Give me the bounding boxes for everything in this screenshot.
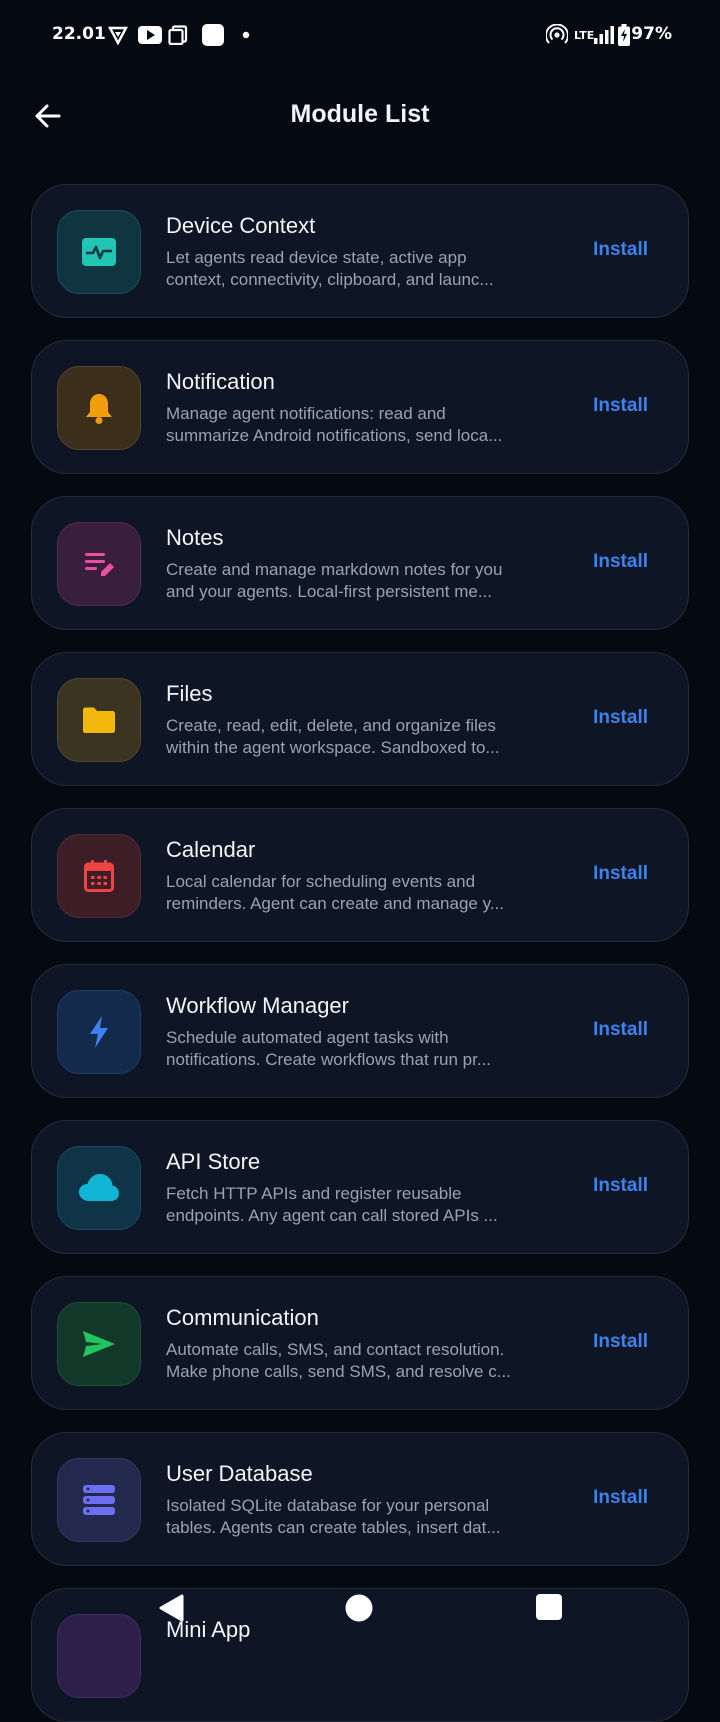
module-icon-tile (57, 1458, 141, 1542)
install-button[interactable]: Install (593, 1175, 648, 1197)
note-edit-icon (85, 553, 114, 576)
module-description: Local calendar for scheduling events and… (166, 872, 504, 913)
install-button[interactable]: Install (593, 863, 648, 885)
module-icon-tile (57, 366, 141, 450)
module-title: Files (166, 681, 213, 706)
bell-icon (86, 394, 112, 424)
module-icon-tile (57, 210, 141, 294)
youtube-icon (138, 24, 162, 46)
signal-icon (594, 24, 614, 46)
send-icon (83, 1331, 115, 1357)
lightning-icon (90, 1016, 108, 1048)
module-description: Create, read, edit, delete, and organize… (166, 716, 500, 757)
app-notification-icon (202, 24, 224, 46)
app-bar: Module List (0, 72, 720, 162)
module-title: User Database (166, 1461, 313, 1486)
module-title: Workflow Manager (166, 993, 349, 1018)
module-card-files[interactable]: Files Create, read, edit, delete, and or… (31, 652, 689, 786)
hotspot-icon (546, 24, 568, 46)
vpn-shield-icon (108, 24, 128, 46)
folder-icon (83, 707, 115, 733)
module-card-user-database[interactable]: User Database Isolated SQLite database f… (31, 1432, 689, 1566)
module-icon-tile (57, 834, 141, 918)
nav-home-button[interactable] (345, 1594, 373, 1627)
module-description: Fetch HTTP APIs and register reusable en… (166, 1184, 498, 1225)
more-dot-icon (242, 24, 250, 46)
module-title: Notes (166, 525, 224, 550)
battery-charging-icon (618, 24, 630, 46)
module-description: Let agents read device state, active app… (166, 248, 494, 289)
status-bar: 22.01 LTE 97% (0, 0, 720, 72)
install-button[interactable]: Install (593, 239, 648, 261)
module-card-communication[interactable]: Communication Automate calls, SMS, and c… (31, 1276, 689, 1410)
battery-percent: 97% (631, 24, 672, 44)
module-card-calendar[interactable]: Calendar Local calendar for scheduling e… (31, 808, 689, 942)
module-description: Schedule automated agent tasks with noti… (166, 1028, 492, 1069)
module-title: Device Context (166, 213, 316, 238)
module-icon-tile (57, 990, 141, 1074)
cloud-icon (79, 1174, 119, 1201)
module-card-api-store[interactable]: API Store Fetch HTTP APIs and register r… (31, 1120, 689, 1254)
install-button[interactable]: Install (593, 707, 648, 729)
copy-icon (168, 24, 188, 46)
module-description: Isolated SQLite database for your person… (166, 1496, 501, 1537)
network-type: LTE (574, 28, 595, 42)
install-button[interactable]: Install (593, 1487, 648, 1509)
triangle-back-icon (159, 1594, 184, 1622)
install-button[interactable]: Install (593, 551, 648, 573)
calendar-icon (84, 860, 114, 892)
module-description: Automate calls, SMS, and contact resolut… (166, 1340, 511, 1381)
module-description: Create and manage markdown notes for you… (166, 560, 503, 601)
module-title: Communication (166, 1305, 319, 1330)
system-nav-bar (0, 1568, 720, 1640)
module-title: Calendar (166, 837, 256, 862)
install-button[interactable]: Install (593, 1019, 648, 1041)
module-title: Notification (166, 369, 275, 394)
square-recents-icon (536, 1594, 562, 1620)
database-icon (83, 1485, 115, 1515)
module-card-device-context[interactable]: Device Context Let agents read device st… (31, 184, 689, 318)
install-button[interactable]: Install (593, 1331, 648, 1353)
module-icon-tile (57, 678, 141, 762)
activity-icon (82, 238, 116, 266)
module-card-notes[interactable]: Notes Create and manage markdown notes f… (31, 496, 689, 630)
nav-recents-button[interactable] (536, 1594, 562, 1625)
module-icon-tile (57, 1302, 141, 1386)
module-card-workflow-manager[interactable]: Workflow Manager Schedule automated agen… (31, 964, 689, 1098)
install-button[interactable]: Install (593, 395, 648, 417)
module-icon-tile (57, 1146, 141, 1230)
circle-home-icon (345, 1594, 373, 1622)
module-icon-tile (57, 522, 141, 606)
module-description: Manage agent notifications: read and sum… (166, 404, 503, 445)
page-title: Module List (290, 100, 430, 128)
status-time: 22.01 (52, 24, 106, 44)
module-card-notification[interactable]: Notification Manage agent notifications:… (31, 340, 689, 474)
nav-back-button[interactable] (158, 1594, 184, 1627)
module-title: API Store (166, 1149, 261, 1174)
